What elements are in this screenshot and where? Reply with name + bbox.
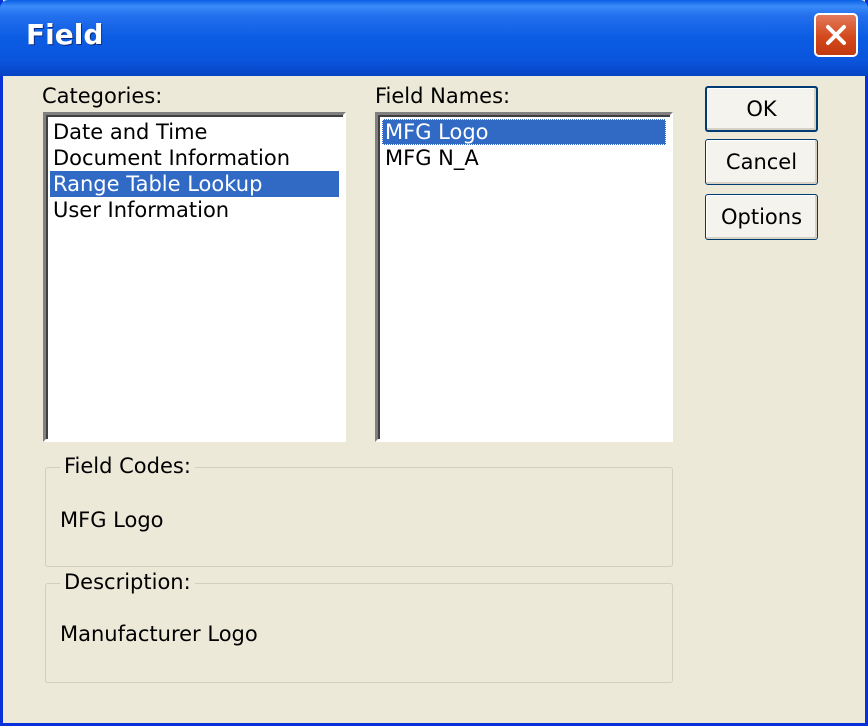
close-button[interactable] [814, 13, 858, 57]
list-item[interactable]: Range Table Lookup [50, 171, 339, 197]
list-item[interactable]: MFG Logo [382, 119, 666, 145]
field-names-listbox[interactable]: MFG Logo MFG N_A [375, 112, 673, 442]
field-codes-value: MFG Logo [60, 508, 164, 532]
description-group: Description: Manufacturer Logo [45, 570, 673, 683]
field-dialog: Field Categories: Date and Time Document… [0, 0, 868, 726]
categories-label: Categories: [42, 84, 163, 108]
categories-listbox[interactable]: Date and Time Document Information Range… [43, 112, 346, 442]
field-names-label: Field Names: [375, 84, 511, 108]
description-title: Description: [60, 570, 195, 594]
cancel-button[interactable]: Cancel [705, 139, 818, 185]
title-bar[interactable]: Field [0, 0, 868, 76]
field-codes-group: Field Codes: MFG Logo [45, 454, 673, 567]
list-item[interactable]: MFG N_A [382, 145, 666, 171]
list-item[interactable]: Document Information [50, 145, 339, 171]
close-icon [826, 25, 846, 45]
window-title: Field [26, 18, 104, 51]
description-value: Manufacturer Logo [60, 622, 258, 646]
ok-button[interactable]: OK [705, 86, 818, 132]
list-item[interactable]: Date and Time [50, 119, 339, 145]
list-item[interactable]: User Information [50, 197, 339, 223]
field-codes-title: Field Codes: [60, 454, 195, 478]
options-button[interactable]: Options [705, 194, 818, 240]
